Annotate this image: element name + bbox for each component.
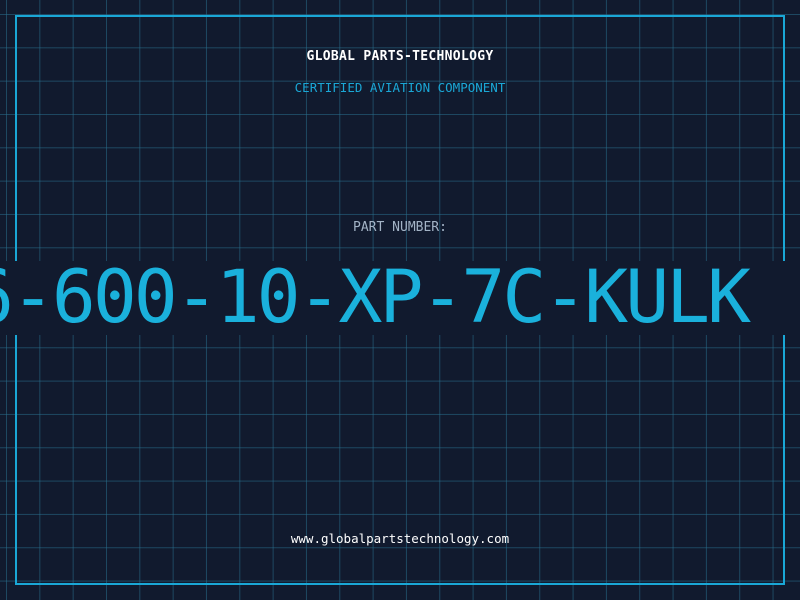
part-number-band: 6-600-10-XP-7C-KULK bbox=[0, 261, 800, 335]
website-url: www.globalpartstechnology.com bbox=[290, 531, 510, 546]
certification-subtitle: CERTIFIED AVIATION COMPONENT bbox=[294, 80, 506, 95]
part-number-label: PART NUMBER: bbox=[353, 220, 447, 235]
part-number-value: 6-600-10-XP-7C-KULK bbox=[0, 261, 751, 335]
company-name: GLOBAL PARTS-TECHNOLOGY bbox=[306, 49, 494, 64]
label-canvas: GLOBAL PARTS-TECHNOLOGY CERTIFIED AVIATI… bbox=[0, 0, 800, 600]
